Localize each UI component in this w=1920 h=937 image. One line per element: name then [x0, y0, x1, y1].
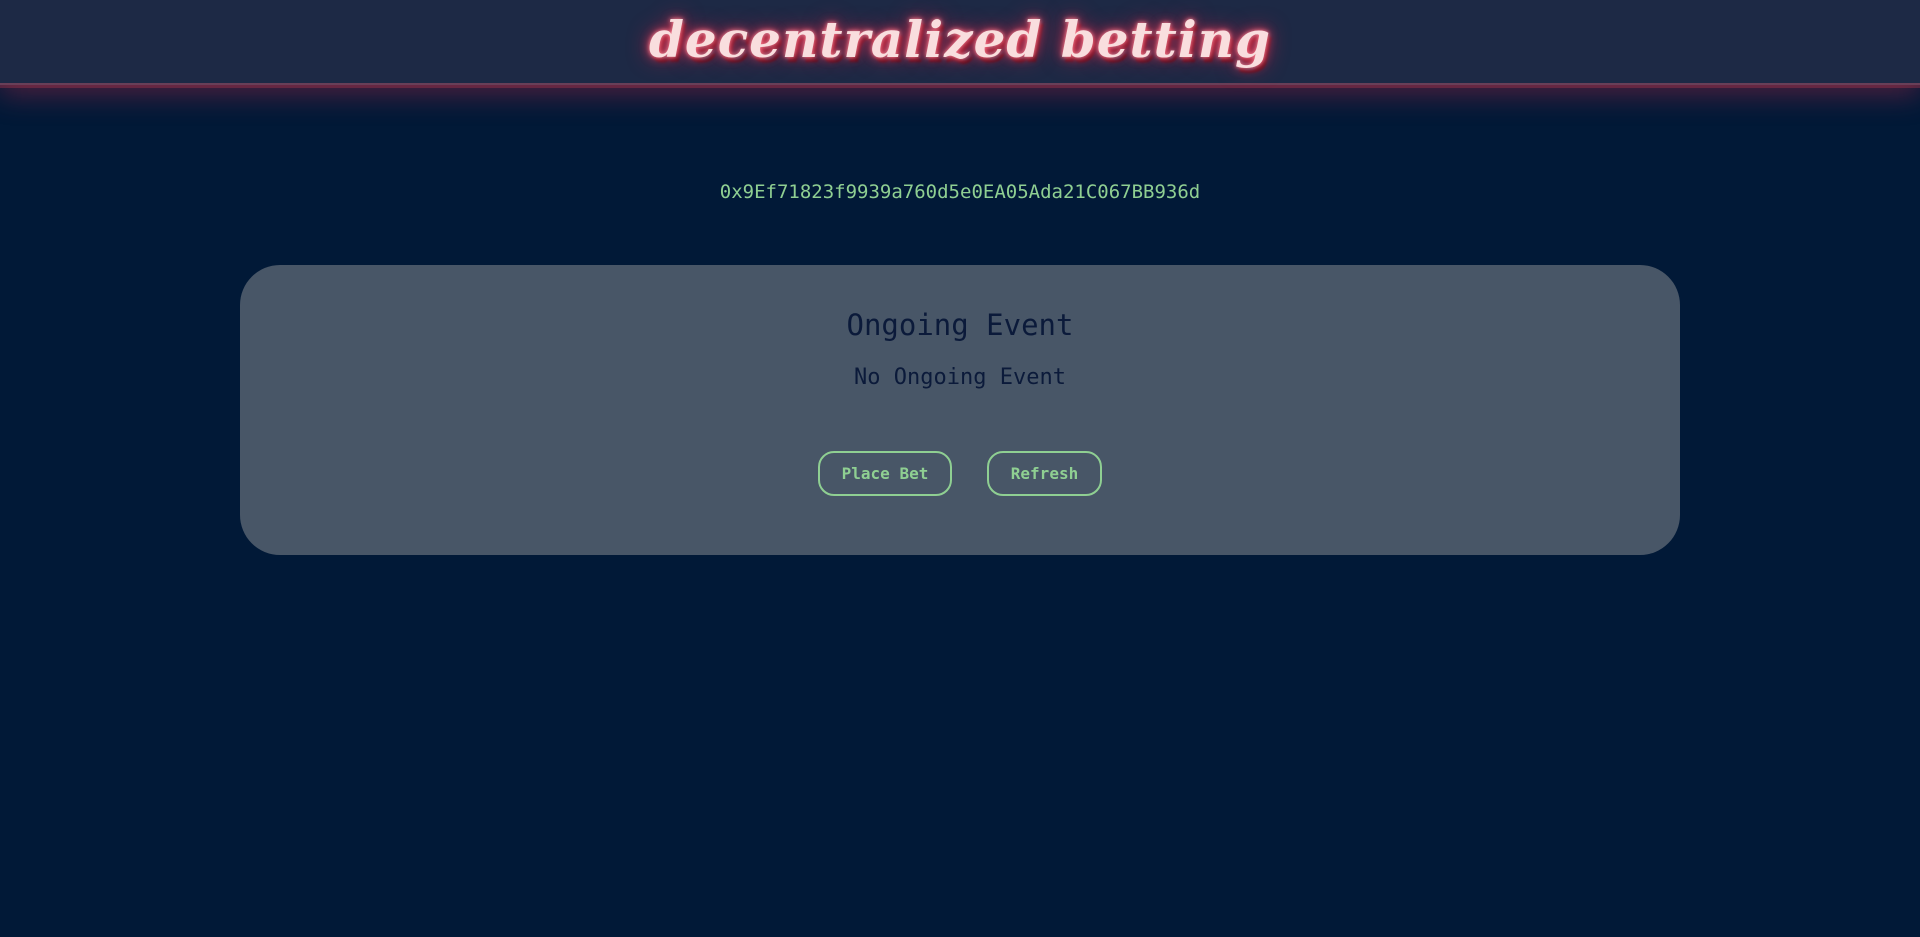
place-bet-button[interactable]: Place Bet	[818, 451, 952, 496]
refresh-button[interactable]: Refresh	[987, 451, 1102, 496]
event-status-text: No Ongoing Event	[854, 365, 1066, 390]
wallet-address: 0x9Ef71823f9939a760d5e0EA05Ada21C067BB93…	[719, 181, 1201, 203]
site-header: decentralized betting	[0, 0, 1920, 85]
event-card-title: Ongoing Event	[846, 308, 1074, 342]
site-logo: decentralized betting	[648, 10, 1272, 69]
event-card: Ongoing Event No Ongoing Event Place Bet…	[240, 265, 1680, 555]
